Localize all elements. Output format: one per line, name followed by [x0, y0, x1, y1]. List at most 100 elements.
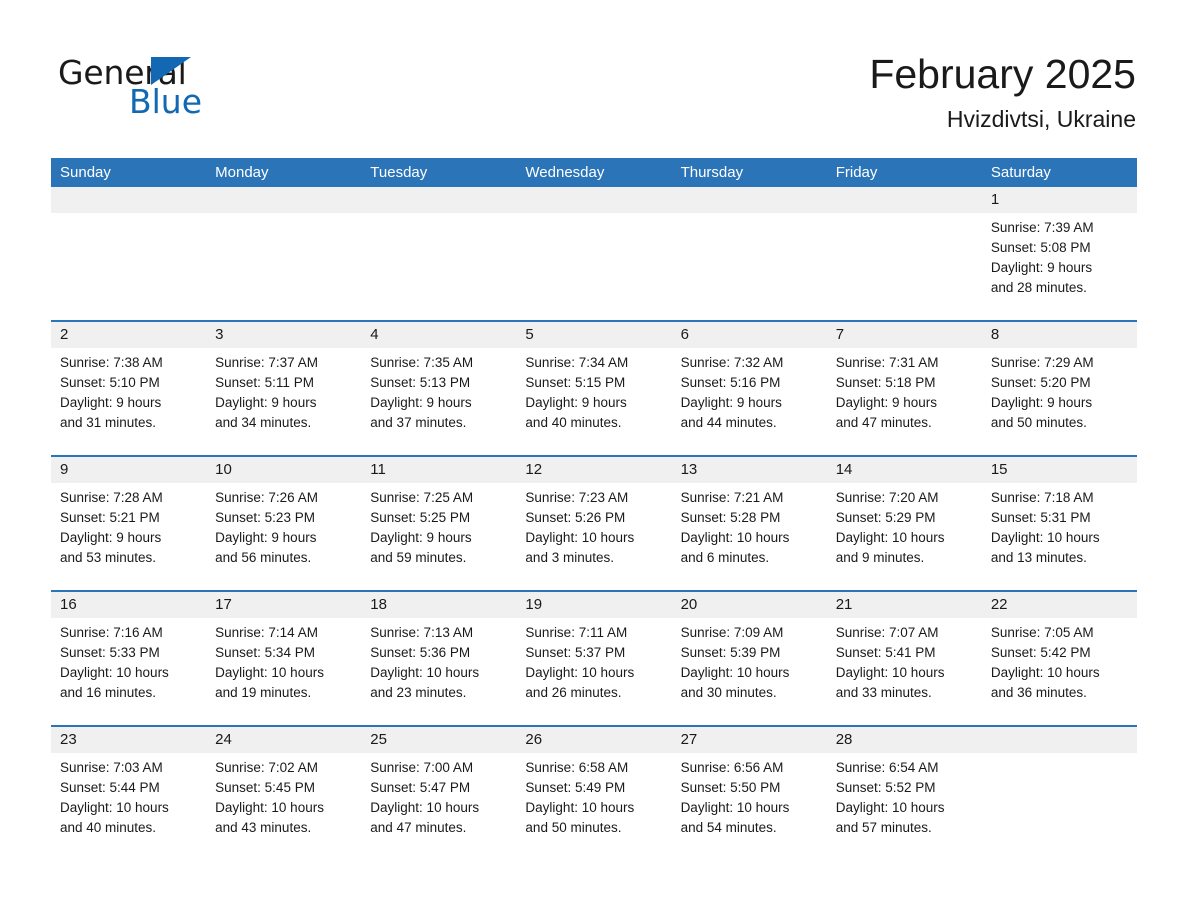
day-sunset-text: Sunset: 5:16 PM — [680, 375, 781, 390]
day-sunrise-text: Sunrise: 6:56 AM — [680, 760, 784, 775]
calendar-day-cell[interactable]: 28 Sunrise: 6:54 AM Sunset: 5:52 PM Dayligh… — [826, 727, 982, 860]
calendar-week-row: 23 Sunrise: 7:03 AM Sunset: 5:44 PM Dayligh… — [51, 725, 1137, 860]
day-daylight-line2-text: and 50 minutes. — [525, 820, 622, 835]
calendar-grid: Sunday Monday Tuesday Wednesday Thursday Frid… — [51, 158, 1137, 860]
calendar-day-cell[interactable]: 2 Sunrise: 7:38 AM Sunset: 5:10 PM Daylight… — [51, 322, 207, 455]
calendar-day-cell[interactable]: 19 Sunrise: 7:11 AM Sunset: 5:37 PM Dayligh… — [516, 592, 672, 725]
day-details: Sunrise: 7:29 AM Sunset: 5:20 PM Daylight:… — [982, 348, 1137, 433]
calendar-page: General Blue February 2025 Hvizdivtsi, U… — [0, 0, 1188, 918]
day-details: Sunrise: 7:09 AM Sunset: 5:39 PM Daylight:… — [672, 618, 827, 703]
day-sunrise-text: Sunrise: 7:37 AM — [215, 355, 318, 370]
calendar-day-cell[interactable]: 14 Sunrise: 7:20 AM Sunset: 5:29 PM Dayligh… — [826, 457, 982, 590]
day-daylight-line1-text: Daylight: 9 hours — [215, 530, 317, 545]
calendar-day-cell[interactable]: 24 Sunrise: 7:02 AM Sunset: 5:45 PM Dayligh… — [206, 727, 362, 860]
day-sunrise-text: Sunrise: 7:13 AM — [370, 625, 474, 640]
calendar-day-cell[interactable]: 27 Sunrise: 6:56 AM Sunset: 5:50 PM Dayligh… — [671, 727, 827, 860]
weekday-header-saturday: Saturday — [990, 164, 1051, 181]
day-daylight-line1-text: Daylight: 10 hours — [370, 665, 480, 680]
day-daylight-line1-text: Daylight: 10 hours — [525, 665, 635, 680]
calendar-day-cell[interactable]: 9 Sunrise: 7:28 AM Sunset: 5:21 PM Daylight… — [51, 457, 207, 590]
day-sunrise-text: Sunrise: 7:00 AM — [370, 760, 474, 775]
day-daylight-line2-text: and 33 minutes. — [835, 685, 932, 700]
calendar-day-cell-empty — [981, 727, 1137, 860]
day-sunrise-text: Sunrise: 7:29 AM — [990, 355, 1094, 370]
calendar-day-cell[interactable]: 17 Sunrise: 7:14 AM Sunset: 5:34 PM Dayligh… — [206, 592, 362, 725]
day-daylight-line2-text: and 13 minutes. — [990, 550, 1087, 565]
calendar-day-cell[interactable]: 21 Sunrise: 7:07 AM Sunset: 5:41 PM Dayligh… — [826, 592, 982, 725]
day-daylight-line1-text: Daylight: 10 hours — [835, 665, 945, 680]
day-number: 7 — [826, 322, 982, 348]
day-sunrise-text: Sunrise: 7:02 AM — [215, 760, 318, 775]
calendar-day-cell-empty — [671, 187, 827, 320]
day-sunset-text: Sunset: 5:29 PM — [835, 510, 936, 525]
calendar-day-cell[interactable]: 20 Sunrise: 7:09 AM Sunset: 5:39 PM Dayligh… — [671, 592, 827, 725]
day-sunset-text: Sunset: 5:37 PM — [525, 645, 626, 660]
day-sunrise-text: Sunrise: 7:25 AM — [370, 490, 474, 505]
day-sunset-text: Sunset: 5:26 PM — [525, 510, 626, 525]
day-daylight-line1-text: Daylight: 10 hours — [215, 800, 324, 815]
calendar-week-row: 1 Sunrise: 7:39 AM Sunset: 5:08 PM Daylight… — [51, 187, 1137, 320]
calendar-day-cell[interactable]: 3 Sunrise: 7:37 AM Sunset: 5:11 PM Daylight… — [206, 322, 362, 455]
day-number: 23 — [51, 727, 207, 753]
calendar-day-cell[interactable]: 23 Sunrise: 7:03 AM Sunset: 5:44 PM Dayligh… — [51, 727, 207, 860]
day-daylight-line2-text: and 56 minutes. — [215, 550, 312, 565]
calendar-week-row: 9 Sunrise: 7:28 AM Sunset: 5:21 PM Daylight… — [51, 455, 1137, 590]
day-sunrise-text: Sunrise: 7:05 AM — [990, 625, 1094, 640]
day-daylight-line2-text: and 9 minutes. — [835, 550, 925, 565]
day-daylight-line1-text: Daylight: 10 hours — [680, 800, 790, 815]
day-sunset-text: Sunset: 5:41 PM — [835, 645, 936, 660]
calendar-day-cell[interactable]: 5 Sunrise: 7:34 AM Sunset: 5:15 PM Daylight… — [516, 322, 672, 455]
weekday-header-thursday: Thursday — [680, 164, 744, 181]
day-details: Sunrise: 7:20 AM Sunset: 5:29 PM Daylight:… — [827, 483, 982, 568]
day-sunset-text: Sunset: 5:47 PM — [370, 780, 471, 795]
day-number: 20 — [671, 592, 827, 618]
calendar-day-cell[interactable]: 26 Sunrise: 6:58 AM Sunset: 5:49 PM Dayligh… — [516, 727, 672, 860]
day-number — [51, 187, 207, 213]
calendar-day-cell[interactable]: 12 Sunrise: 7:23 AM Sunset: 5:26 PM Dayligh… — [516, 457, 672, 590]
calendar-day-cell[interactable]: 22 Sunrise: 7:05 AM Sunset: 5:42 PM Dayligh… — [981, 592, 1137, 725]
day-number: 14 — [826, 457, 982, 483]
calendar-day-cell[interactable]: 16 Sunrise: 7:16 AM Sunset: 5:33 PM Dayligh… — [51, 592, 207, 725]
day-daylight-line2-text: and 19 minutes. — [215, 685, 312, 700]
day-sunset-text: Sunset: 5:45 PM — [215, 780, 315, 795]
calendar-day-cell[interactable]: 4 Sunrise: 7:35 AM Sunset: 5:13 PM Daylight… — [361, 322, 517, 455]
day-daylight-line1-text: Daylight: 10 hours — [525, 800, 635, 815]
day-sunset-text: Sunset: 5:42 PM — [990, 645, 1091, 660]
calendar-day-cell[interactable]: 18 Sunrise: 7:13 AM Sunset: 5:36 PM Dayligh… — [361, 592, 517, 725]
day-details: Sunrise: 7:38 AM Sunset: 5:10 PM Daylight:… — [51, 348, 206, 433]
day-sunset-text: Sunset: 5:15 PM — [525, 375, 626, 390]
day-sunset-text: Sunset: 5:33 PM — [60, 645, 160, 660]
calendar-day-cell[interactable]: 8 Sunrise: 7:29 AM Sunset: 5:20 PM Daylight… — [981, 322, 1137, 455]
day-number: 10 — [206, 457, 362, 483]
calendar-day-cell[interactable]: 15 Sunrise: 7:18 AM Sunset: 5:31 PM Dayligh… — [981, 457, 1137, 590]
day-details: Sunrise: 7:11 AM Sunset: 5:37 PM Daylight:… — [516, 618, 671, 703]
day-daylight-line1-text: Daylight: 10 hours — [835, 530, 945, 545]
calendar-day-cell[interactable]: 13 Sunrise: 7:21 AM Sunset: 5:28 PM Dayligh… — [671, 457, 827, 590]
day-sunset-text: Sunset: 5:11 PM — [215, 375, 314, 390]
calendar-day-cell[interactable]: 10 Sunrise: 7:26 AM Sunset: 5:23 PM Dayligh… — [206, 457, 362, 590]
day-number: 28 — [826, 727, 982, 753]
day-details: Sunrise: 6:58 AM Sunset: 5:49 PM Daylight:… — [516, 753, 671, 838]
day-sunrise-text: Sunrise: 7:07 AM — [835, 625, 939, 640]
day-sunset-text: Sunset: 5:10 PM — [60, 375, 160, 390]
calendar-day-cell[interactable]: 7 Sunrise: 7:31 AM Sunset: 5:18 PM Daylight… — [826, 322, 982, 455]
day-sunrise-text: Sunrise: 7:31 AM — [835, 355, 939, 370]
calendar-day-cell[interactable]: 11 Sunrise: 7:25 AM Sunset: 5:25 PM Dayligh… — [361, 457, 517, 590]
day-number: 8 — [981, 322, 1137, 348]
day-details: Sunrise: 7:14 AM Sunset: 5:34 PM Daylight:… — [206, 618, 361, 703]
day-sunset-text: Sunset: 5:08 PM — [990, 240, 1091, 255]
calendar-day-cell[interactable]: 1 Sunrise: 7:39 AM Sunset: 5:08 PM Daylight… — [981, 187, 1137, 320]
calendar-day-cell-empty — [826, 187, 982, 320]
calendar-week-row: 16 Sunrise: 7:16 AM Sunset: 5:33 PM Dayligh… — [51, 590, 1137, 725]
calendar-day-cell[interactable]: 25 Sunrise: 7:00 AM Sunset: 5:47 PM Dayligh… — [361, 727, 517, 860]
day-number: 2 — [51, 322, 207, 348]
calendar-day-cell[interactable]: 6 Sunrise: 7:32 AM Sunset: 5:16 PM Daylight… — [671, 322, 827, 455]
day-details: Sunrise: 7:02 AM Sunset: 5:45 PM Daylight:… — [206, 753, 361, 838]
page-title: February 2025 — [869, 51, 1136, 97]
day-number — [516, 187, 672, 213]
day-number: 3 — [206, 322, 362, 348]
day-daylight-line2-text: and 36 minutes. — [990, 685, 1087, 700]
day-daylight-line1-text: Daylight: 9 hours — [60, 395, 162, 410]
day-details: Sunrise: 7:07 AM Sunset: 5:41 PM Daylight:… — [827, 618, 982, 703]
day-daylight-line2-text: and 37 minutes. — [370, 415, 467, 430]
